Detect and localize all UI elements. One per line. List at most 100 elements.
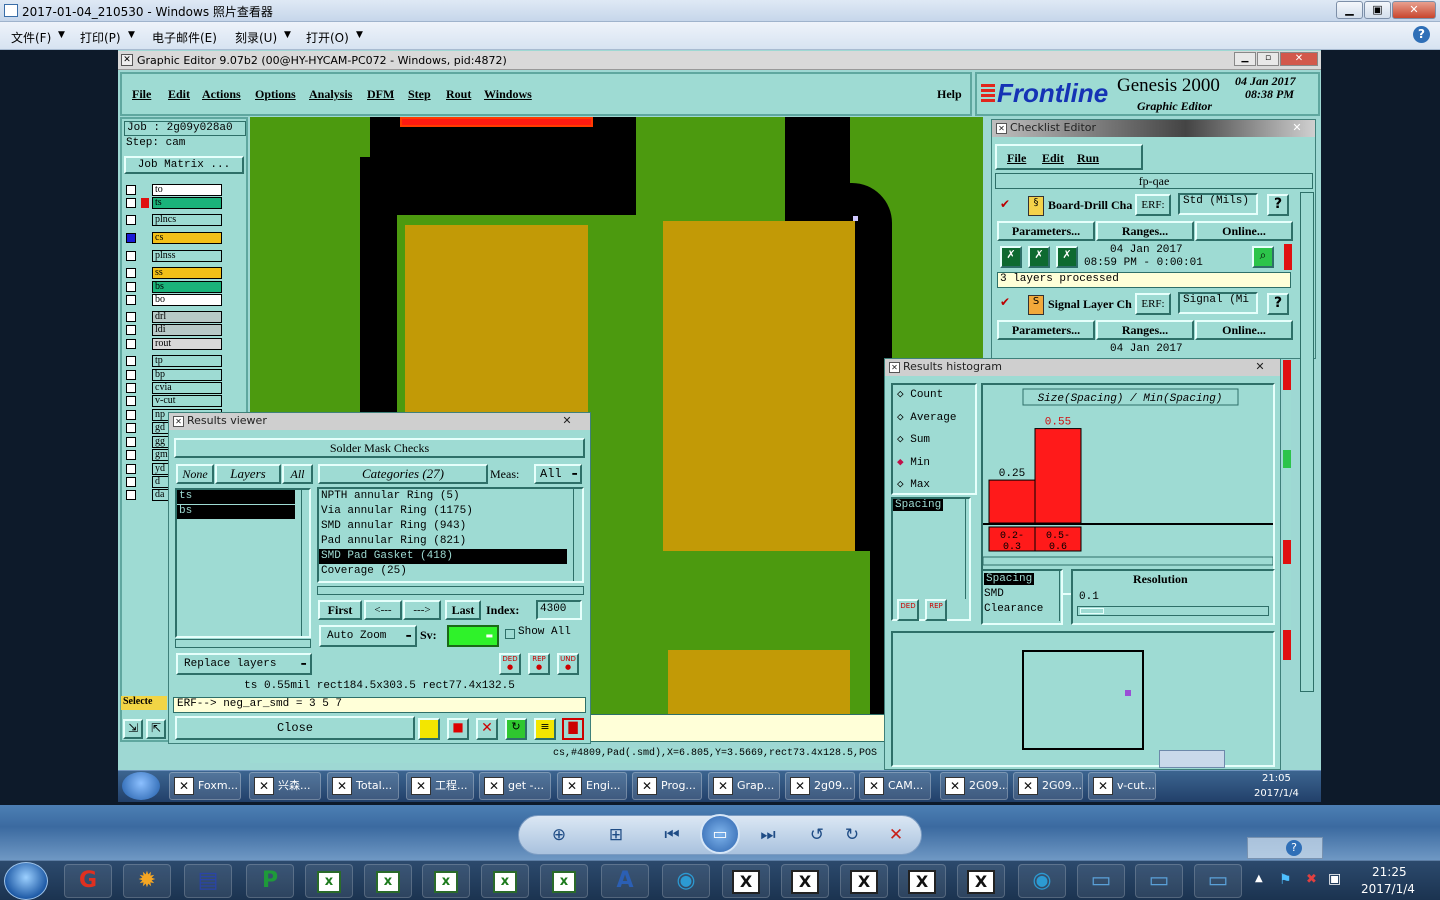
layer-name[interactable]: bp bbox=[152, 369, 222, 381]
taskbar-button[interactable]: X bbox=[957, 864, 1005, 898]
layer-item-ts[interactable]: ts bbox=[126, 197, 222, 209]
layer-item-plnss[interactable]: plnss bbox=[126, 250, 222, 262]
layer-item-bp[interactable]: bp bbox=[126, 369, 222, 381]
ded-icon[interactable]: DED ● bbox=[499, 653, 521, 675]
show-all-checkbox[interactable] bbox=[505, 629, 515, 639]
layer-item-cvia[interactable]: cvia bbox=[126, 382, 222, 394]
help-icon[interactable]: ? bbox=[1267, 293, 1289, 315]
scrollbar[interactable] bbox=[965, 499, 973, 599]
inner-taskbar-item[interactable]: ✕ Prog... bbox=[632, 772, 702, 800]
category-item[interactable]: Via annular Ring (1175) bbox=[319, 504, 567, 519]
taskbar-button[interactable]: ✹ bbox=[123, 864, 171, 898]
layer-checkbox[interactable] bbox=[126, 215, 136, 225]
checklist-scrollbar[interactable] bbox=[1300, 192, 1314, 692]
layer-name[interactable]: plnss bbox=[152, 250, 222, 262]
first-button[interactable]: First bbox=[318, 600, 362, 620]
help-icon[interactable]: ? bbox=[1267, 194, 1289, 216]
layer-item-ss[interactable]: ss bbox=[126, 267, 222, 279]
layer-item-ldi[interactable]: ldi bbox=[126, 324, 222, 336]
layer-checkbox[interactable] bbox=[126, 251, 136, 261]
taskbar-button[interactable]: ▭ bbox=[1135, 864, 1183, 898]
volume-icon[interactable]: ▣ bbox=[1328, 871, 1341, 887]
layer-name[interactable]: v-cut bbox=[152, 395, 222, 407]
job-matrix-button[interactable]: Job Matrix ... bbox=[124, 156, 244, 174]
report-icon[interactable]: ≡ bbox=[534, 718, 556, 740]
layer-checkbox[interactable] bbox=[126, 383, 136, 393]
rep-icon[interactable]: REP ● bbox=[528, 653, 550, 675]
layers-button[interactable]: Layers bbox=[215, 464, 281, 484]
category-item[interactable]: Coverage (25) bbox=[319, 564, 567, 579]
ge-menu-file[interactable]: File bbox=[132, 87, 151, 102]
ge-menu-step[interactable]: Step bbox=[408, 87, 431, 102]
scrollbar[interactable] bbox=[1059, 571, 1067, 621]
help-icon[interactable]: ? bbox=[1413, 26, 1430, 43]
checklist-menu-edit[interactable]: Edit bbox=[1042, 151, 1064, 166]
erf-field[interactable]: Std (Mils) bbox=[1178, 193, 1258, 215]
start-button[interactable] bbox=[4, 862, 48, 900]
erf-button[interactable]: ERF: bbox=[1135, 293, 1171, 315]
histogram-icon[interactable]: ▇ bbox=[562, 718, 584, 740]
layer-checkbox[interactable] bbox=[126, 410, 136, 420]
layer-checkbox[interactable] bbox=[126, 477, 136, 487]
slider-thumb[interactable] bbox=[1080, 608, 1104, 614]
layer-item-bo[interactable]: bo bbox=[126, 294, 222, 306]
pan-tool-icon[interactable]: ⇱ bbox=[146, 719, 166, 739]
next-icon[interactable]: ⏭ bbox=[755, 823, 781, 847]
ge-minimize-button[interactable]: ▁ bbox=[1234, 52, 1256, 66]
category-item[interactable]: NPTH annular Ring (5) bbox=[319, 489, 567, 504]
inner-taskbar-item[interactable]: ✕ get -... bbox=[479, 772, 551, 800]
rotate-left-icon[interactable]: ↺ bbox=[804, 823, 830, 847]
checklist-menu-run[interactable]: Run bbox=[1077, 151, 1099, 166]
layer-checkbox[interactable] bbox=[126, 396, 136, 406]
zoom-icon[interactable]: ⌕ bbox=[1252, 246, 1274, 268]
none-button[interactable]: None bbox=[176, 464, 214, 484]
ded-icon[interactable]: DED bbox=[897, 599, 919, 621]
layer-checkbox[interactable] bbox=[126, 356, 136, 366]
taskbar-button[interactable]: X bbox=[781, 864, 829, 898]
layer-name[interactable]: cs bbox=[152, 232, 222, 244]
inner-taskbar-item[interactable]: ✕ Foxm... bbox=[169, 772, 241, 800]
close-icon[interactable]: ✕ bbox=[546, 413, 588, 429]
list-item[interactable]: ts bbox=[177, 490, 295, 504]
layer-name[interactable]: bs bbox=[152, 281, 222, 293]
rotate-right-icon[interactable]: ↻ bbox=[839, 823, 865, 847]
inner-taskbar-item[interactable]: ✕ 2G09... bbox=[1013, 772, 1083, 800]
replace-layers-select[interactable]: Replace layers ▬ bbox=[176, 653, 312, 675]
next-button[interactable]: ---> bbox=[403, 600, 441, 620]
inner-taskbar-item[interactable]: ✕ 工程... bbox=[406, 772, 474, 800]
taskbar-button[interactable]: X bbox=[722, 864, 770, 898]
run-icon[interactable]: ✗ bbox=[1056, 246, 1078, 268]
minimize-button[interactable]: ▁ bbox=[1336, 1, 1363, 19]
inner-taskbar-item[interactable]: ✕ Grap... bbox=[708, 772, 780, 800]
mode-option-max[interactable]: ◇ Max bbox=[893, 475, 975, 498]
taskbar-button[interactable]: G bbox=[64, 864, 112, 898]
categories-button[interactable]: Categories (27) bbox=[318, 464, 488, 484]
check-name[interactable]: Signal Layer Ch bbox=[1048, 297, 1132, 312]
record-icon[interactable]: ■ bbox=[447, 718, 469, 740]
taskbar-button[interactable]: x bbox=[481, 864, 529, 898]
delete-icon[interactable]: ✕ bbox=[883, 823, 909, 847]
layer-checkbox[interactable] bbox=[126, 339, 136, 349]
layer-item-drl[interactable]: drl bbox=[126, 311, 222, 323]
menu-file[interactable]: 文件(F) bbox=[11, 29, 51, 46]
inner-taskbar-item[interactable]: ✕ Total... bbox=[327, 772, 399, 800]
close-button[interactable]: ✕ bbox=[1392, 1, 1436, 19]
layer-name[interactable]: ss bbox=[152, 267, 222, 279]
menu-print[interactable]: 打印(P) bbox=[80, 29, 121, 46]
ge-maximize-button[interactable]: ▫ bbox=[1257, 52, 1279, 66]
layer-checkbox[interactable] bbox=[126, 423, 136, 433]
inner-taskbar-item[interactable]: ✕ 2g09... bbox=[785, 772, 855, 800]
ranges-button[interactable]: Ranges... bbox=[1096, 320, 1194, 340]
layer-item-plncs[interactable]: plncs bbox=[126, 214, 222, 226]
rep-icon[interactable]: REP bbox=[925, 599, 947, 621]
close-icon[interactable]: ✕ bbox=[1241, 359, 1279, 375]
run-icon[interactable]: ✗ bbox=[1000, 246, 1022, 268]
mode-option-sum[interactable]: ◇ Sum bbox=[893, 430, 975, 453]
layer-checkbox[interactable] bbox=[126, 370, 136, 380]
undo-icon[interactable]: UND ● bbox=[557, 653, 579, 675]
layer-name[interactable]: ts bbox=[152, 197, 222, 209]
taskbar-button[interactable]: A bbox=[601, 864, 649, 898]
close-button[interactable]: Close bbox=[175, 716, 415, 740]
layer-name[interactable]: ldi bbox=[152, 324, 222, 336]
list-item[interactable]: bs bbox=[177, 505, 295, 519]
